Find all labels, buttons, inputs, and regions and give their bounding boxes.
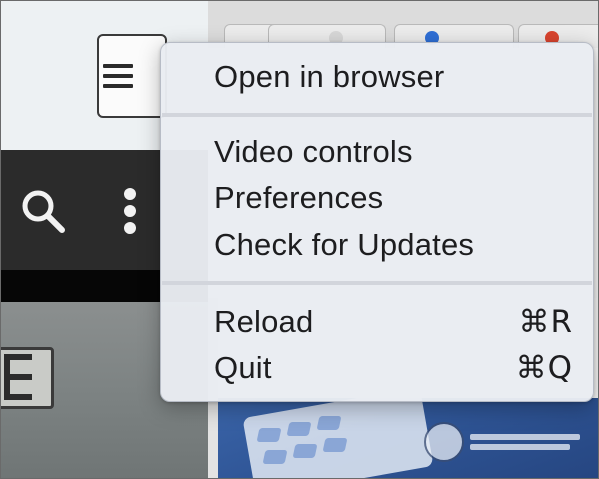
image-key <box>262 450 288 464</box>
menu-item-shortcut: ⌘R <box>518 304 573 340</box>
watermark-lettering <box>470 434 580 450</box>
more-vertical-icon[interactable] <box>118 188 142 234</box>
menu-item-label: Check for Updates <box>214 227 475 262</box>
menu-separator <box>162 281 592 285</box>
menu-item-label: Quit <box>214 350 272 385</box>
context-menu: Open in browser Video controls Preferenc… <box>160 42 594 402</box>
tab-strip <box>208 0 599 50</box>
menu-item-label: Video controls <box>214 134 413 169</box>
menu-item-video-controls[interactable]: Video controls <box>161 130 593 174</box>
menu-separator <box>162 113 592 117</box>
watermark-logo <box>424 418 594 466</box>
image-key <box>322 438 348 452</box>
menu-item-check-for-updates[interactable]: Check for Updates <box>161 223 593 267</box>
hamburger-menu-icon <box>103 64 133 88</box>
menu-item-label: Reload <box>214 304 314 339</box>
menu-item-label: Open in browser <box>214 59 445 94</box>
tile-glyph <box>4 354 34 400</box>
menu-item-label: Preferences <box>214 180 384 215</box>
mascot-logo-icon <box>424 422 464 462</box>
search-icon[interactable] <box>18 186 68 236</box>
image-key <box>256 428 282 442</box>
image-key <box>316 416 342 430</box>
menu-item-shortcut: ⌘Q <box>515 350 573 386</box>
menu-item-open-in-browser[interactable]: Open in browser <box>161 55 593 99</box>
menu-item-quit[interactable]: Quit ⌘Q <box>161 346 593 390</box>
menu-button[interactable] <box>97 34 167 118</box>
menu-item-reload[interactable]: Reload ⌘R <box>161 300 593 344</box>
image-key <box>292 444 318 458</box>
menu-item-preferences[interactable]: Preferences <box>161 176 593 220</box>
image-key <box>286 422 312 436</box>
